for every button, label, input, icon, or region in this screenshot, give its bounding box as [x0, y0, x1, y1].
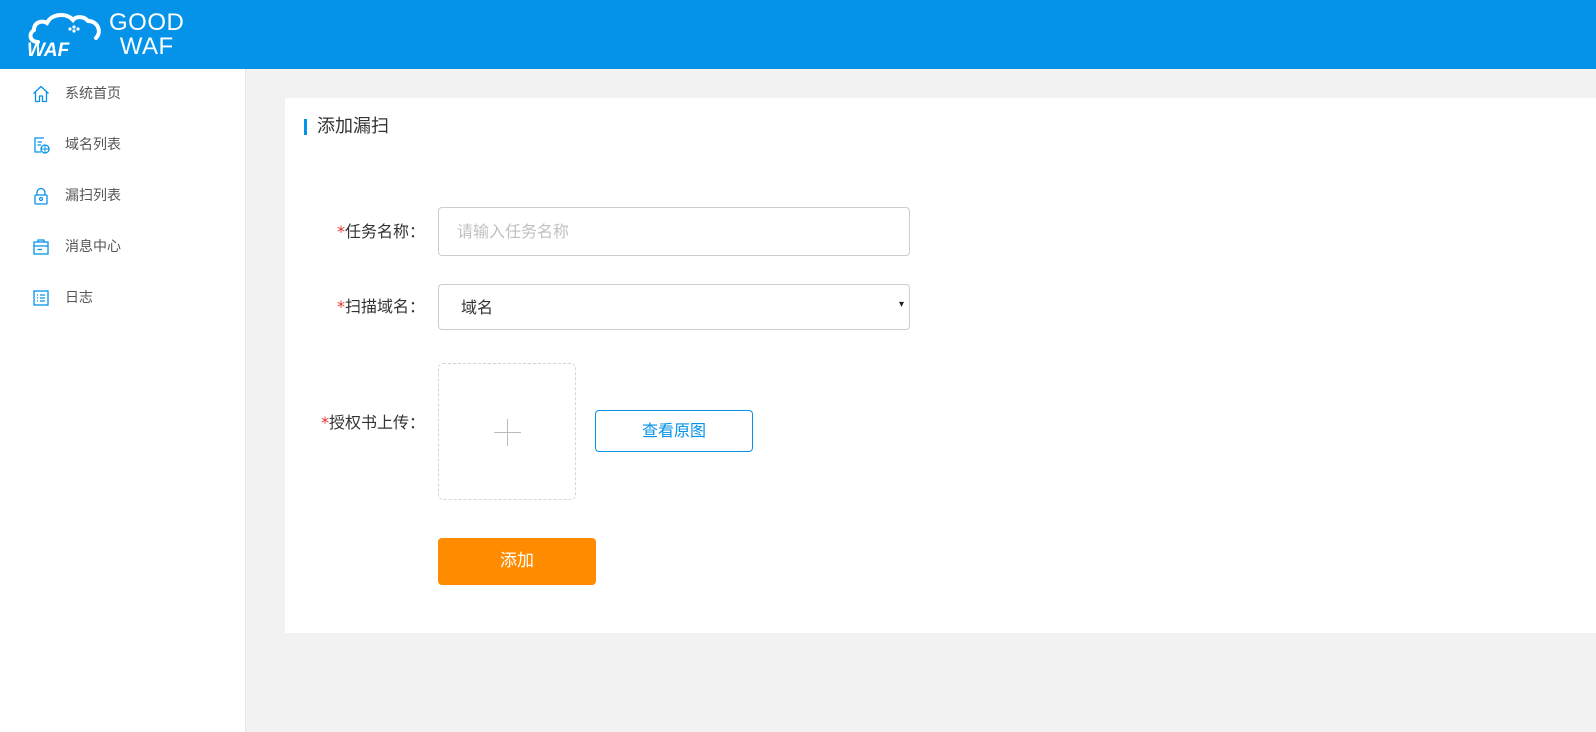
- sidebar-item-message-center[interactable]: 消息中心: [0, 222, 246, 272]
- auth-upload-label: *授权书上传：: [285, 413, 425, 433]
- sidebar: 系统首页 域名列表 漏扫列表 消息中心 日志: [0, 69, 246, 732]
- required-mark: *: [336, 297, 345, 316]
- required-mark: *: [320, 413, 329, 432]
- logo-cloud-icon[interactable]: WAF: [26, 12, 102, 58]
- sidebar-item-domain-list[interactable]: 域名列表: [0, 120, 246, 170]
- auth-upload-dropzone[interactable]: [438, 363, 576, 500]
- scan-domain-label: *扫描域名：: [285, 297, 425, 317]
- view-original-button[interactable]: 查看原图: [595, 410, 753, 452]
- sidebar-item-label: 域名列表: [65, 137, 121, 153]
- logo-mark-text: WAF: [27, 40, 71, 58]
- add-scan-card: 添加漏扫 *任务名称： *扫描域名： 域名 ▾ *授权书上传： 查看原图 添加: [285, 98, 1596, 633]
- page-title: 添加漏扫: [317, 116, 389, 137]
- required-mark: *: [336, 222, 345, 241]
- sidebar-item-label: 漏扫列表: [65, 188, 121, 204]
- lock-icon: [34, 187, 48, 205]
- scan-domain-select[interactable]: 域名 ▾: [438, 284, 910, 330]
- task-name-input[interactable]: [438, 207, 910, 256]
- chevron-down-icon: ▾: [898, 299, 904, 310]
- domain-list-icon: [34, 137, 50, 154]
- task-name-label-text: 任务名称：: [344, 222, 425, 241]
- logo-text: GOOD WAF: [109, 11, 184, 59]
- sidebar-item-label: 系统首页: [65, 86, 121, 102]
- scan-domain-label-text: 扫描域名：: [344, 297, 425, 316]
- log-icon: [33, 290, 49, 306]
- auth-upload-label-text: 授权书上传：: [328, 413, 425, 432]
- task-name-label: *任务名称：: [285, 222, 425, 242]
- sidebar-item-label: 消息中心: [65, 239, 121, 255]
- scan-domain-selected-value: 域名: [461, 298, 494, 317]
- logo-line-1: GOOD: [109, 9, 185, 36]
- top-header: WAF GOOD WAF: [0, 0, 1596, 69]
- logo-line-2: WAF: [119, 33, 174, 60]
- sidebar-item-scan-list[interactable]: 漏扫列表: [0, 171, 246, 221]
- sidebar-item-home[interactable]: 系统首页: [0, 69, 246, 119]
- home-icon: [33, 85, 49, 103]
- message-icon: [33, 239, 49, 255]
- sidebar-item-log[interactable]: 日志: [0, 273, 246, 323]
- title-accent-bar: [304, 119, 307, 135]
- sidebar-item-label: 日志: [65, 290, 93, 306]
- add-submit-button[interactable]: 添加: [438, 538, 596, 585]
